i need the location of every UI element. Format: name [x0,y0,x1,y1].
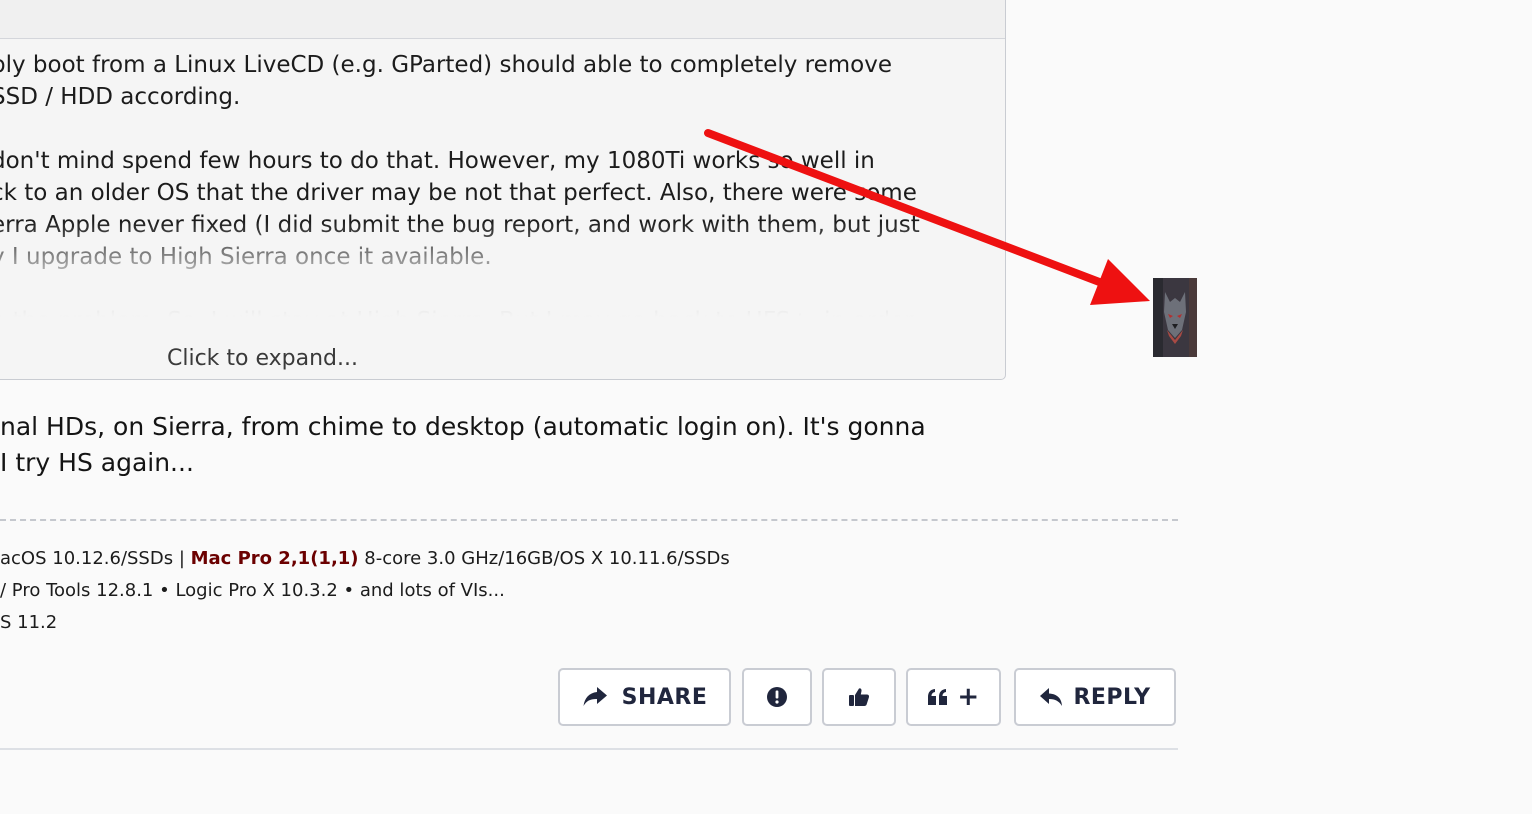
signature-divider [0,519,1178,521]
report-button[interactable] [742,668,812,726]
reply-button[interactable]: REPLY [1014,668,1176,726]
multi-quote-plus: + [957,682,980,712]
reply-icon [1039,686,1063,708]
post-bottom-divider [0,748,1178,750]
quote-block: ply boot from a Linux LiveCD (e.g. GPart… [0,0,1006,380]
post-text-line: nal HDs, on Sierra, from chime to deskto… [0,412,926,441]
quote-header [0,0,1005,39]
thumbs-up-icon [848,687,870,707]
share-icon [582,686,608,708]
signature-line-2: / Pro Tools 12.8.1 • Logic Pro X 10.3.2 … [0,580,505,601]
reply-label: REPLY [1073,684,1151,710]
signature-text: 8-core 3.0 GHz/16GB/OS X 10.11.6/SSDs [358,548,730,569]
quote-line: y I upgrade to High Sierra once it avail… [0,244,492,270]
multi-quote-button[interactable]: + [906,668,1001,726]
avatar[interactable] [1153,278,1197,357]
quote-line: ply boot from a Linux LiveCD (e.g. GPart… [0,52,893,78]
like-button[interactable] [822,668,896,726]
quote-line: don't mind spend few hours to do that. H… [0,148,875,174]
click-to-expand-link[interactable]: Click to expand... [167,346,358,371]
post-text-line: I try HS again... [0,448,194,477]
signature-line-3: S 11.2 [0,612,58,633]
exclamation-circle-icon [766,686,788,708]
quote-line: e the problem. So, I will stay at High S… [0,308,914,334]
quote-line: ck to an older OS that the driver may be… [0,180,917,206]
signature-text: acOS 10.12.6/SSDs | [0,548,191,569]
signature-line-1: acOS 10.12.6/SSDs | Mac Pro 2,1(1,1) 8-c… [0,548,730,570]
quote-icon [927,688,949,706]
signature-highlight: Mac Pro 2,1(1,1) [190,548,359,569]
quote-line: erra Apple never fixed (I did submit the… [0,212,920,238]
post-area: ply boot from a Linux LiveCD (e.g. GPart… [0,0,1180,814]
share-button[interactable]: SHARE [558,668,731,726]
quote-line: SSD / HDD according. [0,84,241,110]
share-label: SHARE [621,684,708,710]
